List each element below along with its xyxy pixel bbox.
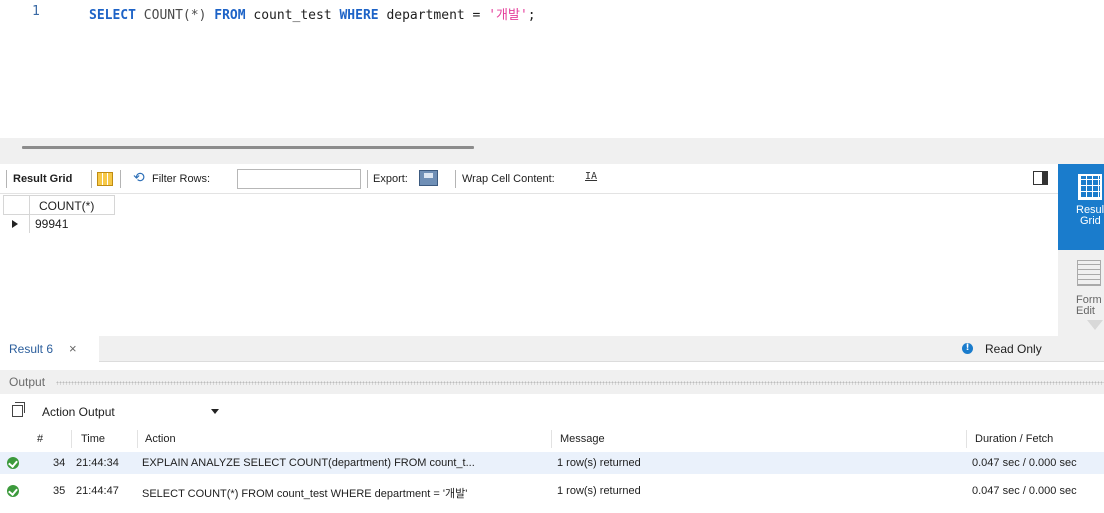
sql-keyword-where: WHERE [339, 8, 379, 23]
output-title: Output [9, 375, 46, 389]
sql-statement[interactable]: SELECT COUNT(*) FROM count_test WHERE de… [89, 4, 536, 23]
grip-pattern [56, 381, 1104, 385]
export-label: Export: [373, 173, 408, 185]
output-type-select[interactable]: Action Output [36, 402, 220, 422]
row-time: 21:44:34 [76, 457, 119, 469]
table-row[interactable]: 34 21:44:34 EXPLAIN ANALYZE SELECT COUNT… [0, 452, 1104, 474]
sql-keyword-select: SELECT [89, 8, 136, 23]
result-grid-label[interactable]: Result Grid [13, 173, 72, 185]
sql-count-function: COUNT(*) [135, 8, 215, 23]
output-toolbar: Action Output [0, 398, 1104, 426]
tab-label: Result 6 [9, 342, 54, 356]
horizontal-scrollbar[interactable] [22, 146, 474, 149]
toolbar-separator [91, 170, 92, 188]
success-check-icon [7, 457, 19, 469]
sql-string-literal: '개발' [488, 8, 528, 23]
close-icon[interactable]: × [69, 341, 77, 356]
result-grid-icon [1078, 174, 1102, 200]
header-number[interactable]: # [37, 433, 43, 445]
column-divider[interactable] [71, 430, 72, 448]
editor-splitter[interactable] [0, 138, 1104, 164]
table-row[interactable]: 35 21:44:47 SELECT COUNT(*) FROM count_t… [0, 480, 1104, 502]
sql-terminator: ; [527, 8, 536, 23]
output-header: Output [0, 370, 1104, 394]
row-number: 35 [53, 485, 66, 497]
filter-rows-label: Filter Rows: [152, 173, 211, 185]
column-divider[interactable] [551, 430, 552, 448]
side-label: Form Edit [1076, 294, 1102, 317]
result-tab-bar: Result 6 × ! Read Only [0, 336, 1104, 362]
form-editor-icon [1077, 260, 1101, 286]
sql-keyword-from: FROM [214, 8, 246, 23]
chevron-down-icon[interactable] [211, 409, 219, 414]
header-time[interactable]: Time [81, 433, 105, 445]
row-action: SELECT COUNT(*) FROM count_test WHERE de… [142, 488, 468, 500]
column-divider[interactable] [966, 430, 967, 448]
line-number: 1 [32, 4, 40, 19]
tab-result-6[interactable]: Result 6 × [0, 336, 99, 362]
sql-editor[interactable]: 1 SELECT COUNT(*) FROM count_test WHERE … [0, 0, 1104, 138]
column-header[interactable]: COUNT(*) [30, 195, 115, 215]
row-duration: 0.047 sec / 0.000 sec [972, 485, 1077, 497]
row-time: 21:44:47 [76, 485, 119, 497]
row-selector-icon[interactable] [3, 215, 30, 233]
column-divider[interactable] [137, 430, 138, 448]
row-message: 1 row(s) returned [557, 457, 641, 469]
result-toolbar: Result Grid ⟲ Filter Rows: Export: Wrap … [0, 164, 1058, 194]
toolbar-separator [120, 170, 121, 188]
row-duration: 0.047 sec / 0.000 sec [972, 457, 1077, 469]
toolbar-separator [455, 170, 456, 188]
grid-layout-icon[interactable] [97, 172, 113, 186]
wrap-cell-content-label: Wrap Cell Content: [462, 173, 555, 185]
refresh-icon[interactable]: ⟲ [133, 170, 145, 186]
scroll-down-arrow-icon[interactable] [1087, 320, 1103, 330]
sql-table-name: count_test [245, 8, 340, 23]
copy-icon[interactable] [12, 402, 25, 417]
grid-corner[interactable] [3, 195, 30, 215]
output-type-value: Action Output [42, 405, 115, 419]
row-action: EXPLAIN ANALYZE SELECT COUNT(department)… [142, 457, 475, 469]
sql-condition: department = [378, 8, 489, 23]
row-message: 1 row(s) returned [557, 485, 641, 497]
success-check-icon [7, 485, 19, 497]
table-header: # Time Action Message Duration / Fetch [0, 428, 1104, 450]
result-grid-side-button[interactable]: Resul Grid [1058, 164, 1104, 250]
row-number: 34 [53, 457, 66, 469]
toolbar-separator [6, 170, 7, 188]
header-message[interactable]: Message [560, 433, 605, 445]
grid-cell[interactable]: 99941 [30, 215, 115, 233]
export-icon[interactable] [419, 170, 438, 186]
toggle-panel-icon[interactable] [1033, 171, 1048, 185]
side-label: Resul Grid [1076, 204, 1104, 227]
read-only-label: Read Only [985, 342, 1042, 356]
header-duration[interactable]: Duration / Fetch [975, 433, 1053, 445]
filter-rows-input[interactable] [237, 169, 361, 189]
info-icon: ! [962, 343, 973, 354]
wrap-text-icon[interactable]: IA [585, 171, 597, 182]
header-action[interactable]: Action [145, 433, 176, 445]
toolbar-separator [367, 170, 368, 188]
result-grid: COUNT(*) 99941 [0, 194, 1058, 336]
